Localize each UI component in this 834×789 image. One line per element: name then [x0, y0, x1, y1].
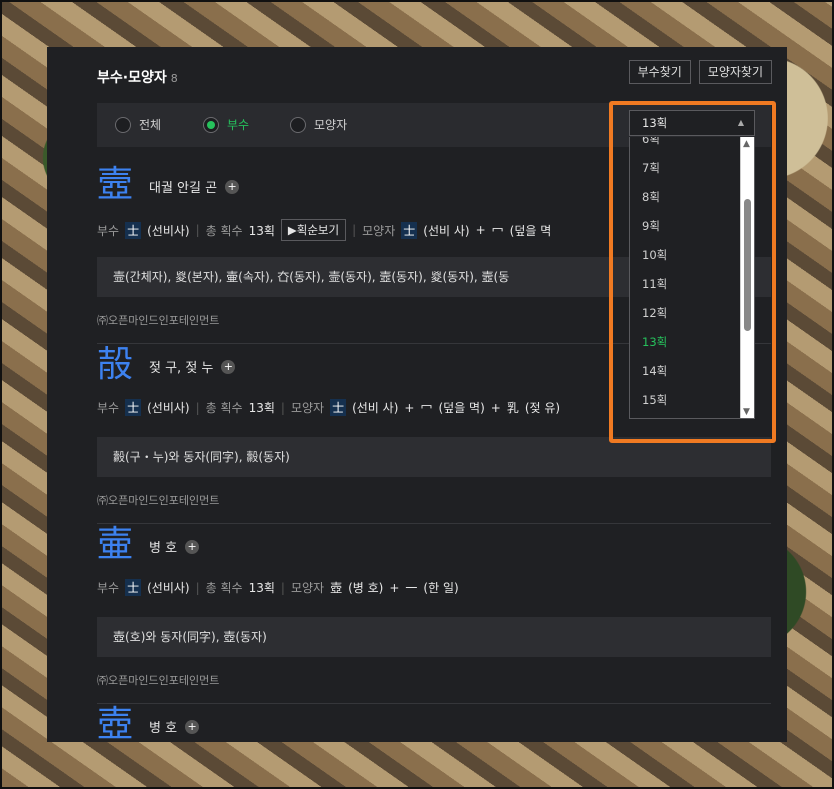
filter-shape-label: 모양자: [314, 118, 348, 132]
stroke-count-dropdown[interactable]: 6획 7획 8획 9획 10획 11획 12획 13획 14획 15획 ▲ ▼: [629, 137, 755, 419]
section-title: 부수·모양자 8: [97, 67, 178, 87]
entry-info: 부수 士 (선비사) | 총 획수 13획 ▶획순보기 | 모양자 士 (선비 사)…: [97, 219, 551, 241]
variant-forms: 㲉(구・누)와 동자(同字), 㲉(동자): [97, 437, 771, 477]
meaning-text[interactable]: 병 호: [149, 717, 177, 736]
stroke-count-select[interactable]: 13획 ▲: [629, 110, 755, 136]
shape-part-label: (한 일): [423, 581, 459, 595]
dropdown-option[interactable]: 8획: [642, 189, 660, 205]
filter-shape-radio[interactable]: 모양자: [290, 116, 347, 133]
radical-shape-panel: 부수·모양자 8 부수찾기 모양자찾기 전체 부수 모양자 壼 대궐 안길 곤 +…: [47, 47, 787, 742]
hanja-meaning: 병 호 +: [149, 717, 200, 736]
add-icon[interactable]: +: [225, 179, 240, 194]
scroll-down-icon[interactable]: ▼: [743, 407, 750, 417]
hanja-character[interactable]: 㱿: [97, 345, 133, 385]
radio-circle-icon: [115, 116, 131, 133]
radical-char[interactable]: 士: [125, 399, 142, 416]
filter-all-label: 전체: [139, 118, 162, 132]
radio-circle-icon: [290, 116, 306, 133]
dropdown-option[interactable]: 11획: [642, 276, 667, 292]
shape-label: 모양자: [290, 401, 325, 415]
add-icon[interactable]: +: [185, 719, 200, 734]
shape-char[interactable]: 士: [330, 399, 347, 416]
section-title-text: 부수·모양자: [97, 70, 167, 86]
shape-part-label: (선비 사): [352, 401, 399, 415]
scroll-up-icon[interactable]: ▲: [743, 139, 750, 149]
radical-label: 부수: [97, 401, 120, 415]
dropdown-option[interactable]: 7획: [642, 160, 660, 176]
variant-forms: 壺(호)와 동자(同字), 壺(동자): [97, 617, 771, 657]
stroke-order-button[interactable]: ▶획순보기: [280, 219, 347, 241]
strokes-label: 총 획수: [205, 223, 243, 238]
shape-char[interactable]: 一: [405, 579, 417, 596]
hanja-meaning: 병 호 +: [149, 537, 200, 556]
divider: [97, 523, 771, 524]
dropdown-option[interactable]: 10획: [642, 247, 667, 263]
meaning-text[interactable]: 병 호: [149, 537, 177, 556]
shape-part-label: (덮을 멱): [438, 401, 485, 415]
hanja-meaning: 젖 구, 젖 누 +: [149, 357, 236, 376]
panel-header: 부수·모양자 8 부수찾기 모양자찾기: [97, 60, 772, 95]
source-credit: ㈜오픈마인드인포테인먼트: [97, 674, 220, 687]
shape-label: 모양자: [362, 223, 396, 238]
shape-part-label: (병 호): [348, 581, 384, 595]
filter-radical-label: 부수: [227, 118, 250, 132]
radical-name: (선비사): [147, 401, 190, 415]
shape-char[interactable]: 壺: [330, 579, 342, 596]
hanja-character[interactable]: 壷: [97, 525, 133, 565]
hanja-character[interactable]: 壼: [97, 165, 133, 205]
entry-info: 부수 士 (선비사) | 총 획수 13획 | 모양자 壺 (병 호) + 一 (한 …: [97, 579, 459, 596]
dropdown-option[interactable]: 14획: [642, 363, 667, 379]
source-credit: ㈜오픈마인드인포테인먼트: [97, 314, 220, 327]
result-count: 8: [170, 72, 178, 85]
filter-all-radio[interactable]: 전체: [115, 116, 161, 133]
radical-name: (선비사): [147, 223, 190, 238]
dropdown-option[interactable]: 6획: [642, 137, 660, 147]
radical-label: 부수: [97, 223, 120, 238]
shape-label: 모양자: [290, 581, 325, 595]
radical-char[interactable]: 士: [125, 221, 142, 239]
stroke-count: 13획: [248, 223, 275, 238]
shape-char[interactable]: 士: [401, 221, 418, 239]
find-radical-button[interactable]: 부수찾기: [628, 60, 691, 84]
shape-char[interactable]: 冖: [420, 399, 432, 416]
dropdown-option[interactable]: 9획: [642, 218, 660, 234]
strokes-label: 총 획수: [205, 581, 243, 595]
shape-part-label: (선비 사): [423, 223, 470, 238]
scroll-thumb[interactable]: [744, 199, 751, 331]
stroke-count: 13획: [248, 581, 275, 595]
shape-part-label: (덮을 멱: [509, 223, 552, 238]
meaning-text[interactable]: 대궐 안길 곤: [149, 177, 217, 196]
radio-selected-icon: [203, 116, 219, 133]
shape-part-label: (젖 유): [524, 401, 561, 415]
add-icon[interactable]: +: [221, 359, 236, 374]
stroke-count: 13획: [248, 401, 275, 415]
divider: [97, 703, 771, 704]
dropdown-option[interactable]: 12획: [642, 305, 667, 321]
select-value: 13획: [642, 116, 668, 130]
caret-up-icon: ▲: [737, 118, 744, 127]
hanja-meaning: 대궐 안길 곤 +: [149, 177, 240, 196]
find-shape-button[interactable]: 모양자찾기: [698, 60, 772, 84]
shape-char[interactable]: 冖: [492, 222, 504, 239]
source-credit: ㈜오픈마인드인포테인먼트: [97, 494, 220, 507]
radical-label: 부수: [97, 581, 120, 595]
add-icon[interactable]: +: [185, 539, 200, 554]
shape-char[interactable]: 乳: [507, 399, 519, 416]
filter-radical-radio[interactable]: 부수: [203, 116, 249, 133]
dropdown-scrollbar[interactable]: ▲ ▼: [740, 137, 754, 418]
strokes-label: 총 획수: [205, 401, 243, 415]
hanja-character[interactable]: 壺: [97, 705, 133, 743]
radical-char[interactable]: 士: [125, 579, 142, 596]
meaning-text[interactable]: 젖 구, 젖 누: [149, 357, 213, 376]
dropdown-option[interactable]: 15획: [642, 392, 667, 408]
entry-info: 부수 士 (선비사) | 총 획수 13획 | 모양자 士 (선비 사) + 冖 (덮…: [97, 399, 561, 416]
radical-name: (선비사): [147, 581, 190, 595]
dropdown-option-selected[interactable]: 13획: [642, 334, 667, 350]
